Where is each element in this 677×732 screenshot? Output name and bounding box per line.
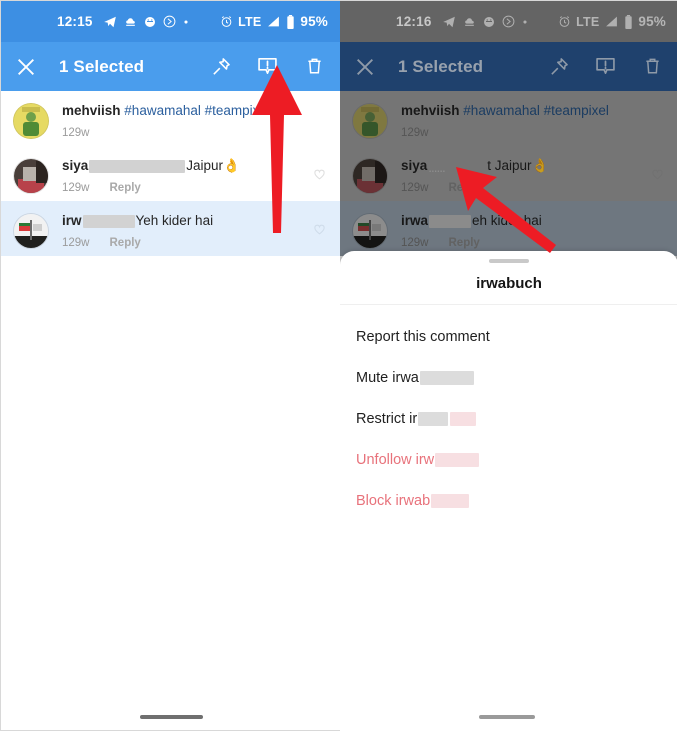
reply-button[interactable]: Reply <box>110 182 141 194</box>
comment-emoji: 👌 <box>223 158 240 173</box>
left-phone-screen: 12:15 LTE 95% 1 Selected mehviish #hawam… <box>1 1 340 732</box>
comment-age: 129w <box>62 182 90 194</box>
comment-text: Jaipur <box>186 158 224 173</box>
status-bar-left-group: 12:15 <box>57 14 189 29</box>
option-restrict[interactable]: Restrict ir <box>356 399 662 440</box>
option-report-this-comment[interactable]: Report this comment <box>356 317 662 358</box>
redaction-block <box>450 412 477 427</box>
alarm-icon <box>220 15 233 28</box>
circled-arrow-icon <box>163 15 176 28</box>
battery-percent: 95% <box>300 14 328 29</box>
comment-username[interactable]: mehviish <box>62 103 121 118</box>
smiley-icon <box>144 16 156 28</box>
comment-text-line: siya Jaipur👌 <box>62 158 240 173</box>
redaction-block <box>89 159 186 173</box>
battery-icon <box>286 14 295 29</box>
avatar <box>13 213 49 249</box>
redaction-block <box>82 214 135 228</box>
redaction-block <box>435 453 480 468</box>
comment-age: 129w <box>62 237 90 249</box>
left-action-bar: 1 Selected <box>1 42 340 91</box>
like-heart-icon[interactable] <box>313 168 326 181</box>
comment-body: irw Yeh kider hai 129w Reply <box>62 212 330 249</box>
dot-icon <box>183 19 189 25</box>
report-icon[interactable] <box>256 55 279 78</box>
comment-username[interactable]: siya <box>62 158 88 173</box>
option-label: Restrict ir <box>356 411 418 427</box>
option-label: Unfollow irw <box>356 452 435 468</box>
redaction-block <box>418 412 449 427</box>
status-bar-right-group: LTE 95% <box>220 14 328 29</box>
close-icon[interactable] <box>15 56 37 78</box>
bottom-sheet-title: irwabuch <box>476 275 542 292</box>
drag-handle[interactable] <box>489 259 529 263</box>
like-heart-icon[interactable] <box>313 223 326 236</box>
redaction-block <box>419 371 474 386</box>
option-label: Report this comment <box>356 329 490 345</box>
right-phone-screen: 12:16 LTE 95% 1 Selected mehviish #hawam… <box>340 1 677 732</box>
left-status-bar: 12:15 LTE 95% <box>1 1 340 42</box>
screenshot-canvas: 12:15 LTE 95% 1 Selected mehviish #hawam… <box>0 0 677 732</box>
comment-row-3-selected[interactable]: irw Yeh kider hai 129w Reply <box>1 201 340 256</box>
comment-meta: 129w <box>62 127 330 139</box>
option-block[interactable]: Block irwab <box>356 481 662 522</box>
telegram-icon <box>103 15 117 29</box>
comment-meta: 129w Reply <box>62 237 330 249</box>
comment-body: siya Jaipur👌 129w Reply <box>62 157 330 194</box>
cloud-upload-icon <box>124 15 137 28</box>
left-comments-list: mehviish #hawamahal #teampixel 129w siya… <box>1 91 340 256</box>
option-mute[interactable]: Mute irwa <box>356 358 662 399</box>
comment-row-2[interactable]: siya Jaipur👌 129w Reply <box>1 146 340 201</box>
pin-icon[interactable] <box>209 55 232 78</box>
status-bar-clock: 12:15 <box>57 14 93 29</box>
comment-hashtags[interactable]: #hawamahal #teampixel <box>124 103 270 118</box>
selection-count-title: 1 Selected <box>59 56 145 76</box>
comment-username[interactable]: irw <box>62 213 82 228</box>
action-bar-buttons <box>209 55 326 78</box>
reply-button[interactable]: Reply <box>110 237 141 249</box>
comment-row-1[interactable]: mehviish #hawamahal #teampixel 129w <box>1 91 340 146</box>
left-home-indicator[interactable] <box>140 715 203 719</box>
comment-options-bottom-sheet: irwabuch Report this comment Mute irwa R… <box>340 251 677 732</box>
option-unfollow[interactable]: Unfollow irw <box>356 440 662 481</box>
avatar <box>13 103 49 139</box>
option-label: Block irwab <box>356 493 431 509</box>
bottom-sheet-options: Report this comment Mute irwa Restrict i… <box>340 305 677 522</box>
comment-text-line: mehviish #hawamahal #teampixel <box>62 103 270 118</box>
avatar <box>13 158 49 194</box>
right-home-indicator[interactable] <box>479 715 535 719</box>
delete-icon[interactable] <box>303 55 326 78</box>
network-type-label: LTE <box>238 14 262 29</box>
comment-text-line: irw Yeh kider hai <box>62 213 213 228</box>
comment-age: 129w <box>62 127 90 139</box>
signal-icon <box>266 15 281 28</box>
comment-body: mehviish #hawamahal #teampixel 129w <box>62 102 330 139</box>
redaction-block <box>431 494 470 509</box>
comment-meta: 129w Reply <box>62 182 330 194</box>
comment-text: Yeh kider hai <box>135 213 214 228</box>
option-label: Mute irwa <box>356 370 419 386</box>
